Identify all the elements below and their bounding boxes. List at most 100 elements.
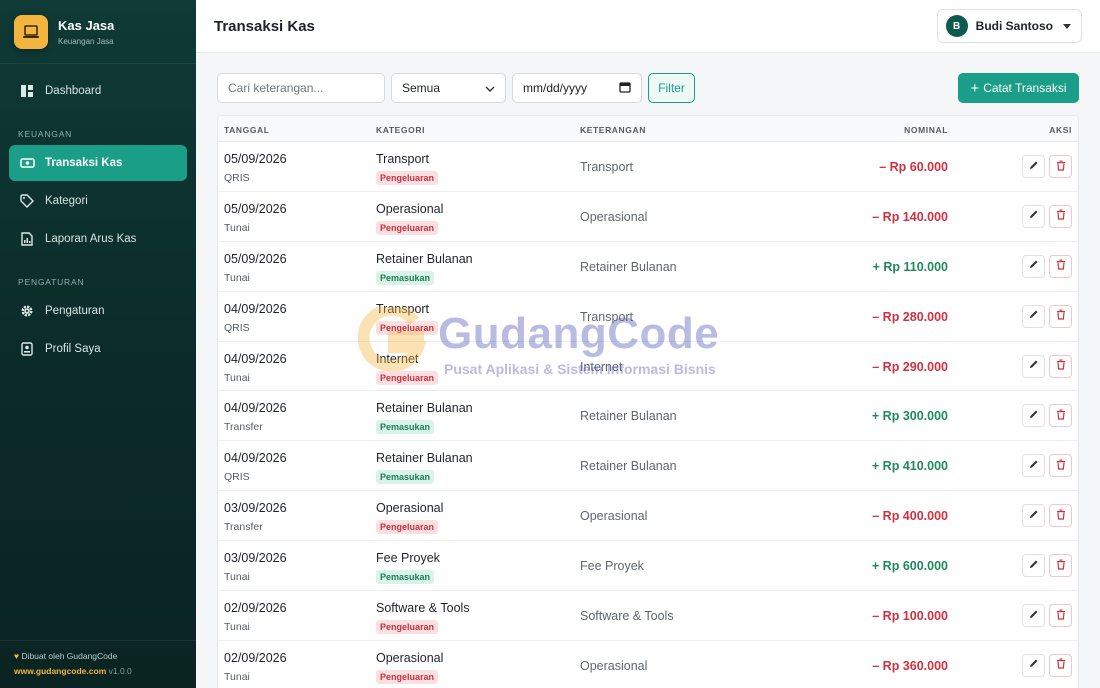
edit-button[interactable] bbox=[1022, 404, 1045, 428]
transaction-date: 04/09/2026 bbox=[224, 401, 287, 416]
transaction-date: 04/09/2026 bbox=[224, 301, 287, 316]
date-cell: 02/09/2026 Tunai bbox=[224, 601, 287, 633]
calendar-icon[interactable] bbox=[619, 81, 631, 96]
amount-cell: + Rp 110.000 bbox=[872, 259, 948, 274]
col-header-date: TANGGAL bbox=[224, 125, 270, 135]
pencil-icon bbox=[1028, 158, 1039, 176]
description-cell: Transport bbox=[580, 309, 634, 324]
type-badge: Pengeluaran bbox=[376, 370, 439, 385]
user-menu-button[interactable]: B Budi Santoso bbox=[936, 9, 1082, 43]
sidebar-item-label: Profil Saya bbox=[45, 343, 101, 355]
delete-button[interactable] bbox=[1049, 155, 1072, 178]
type-badge: Pengeluaran bbox=[376, 320, 439, 335]
edit-button[interactable] bbox=[1022, 454, 1045, 478]
transaction-date: 03/09/2026 bbox=[224, 551, 287, 566]
col-header-category: KATEGORI bbox=[376, 125, 426, 135]
edit-button[interactable] bbox=[1022, 254, 1045, 278]
edit-button[interactable] bbox=[1022, 604, 1045, 628]
table-row: 03/09/2026 Tunai Fee Proyek Pemasukan Fe… bbox=[218, 541, 1078, 592]
delete-button[interactable] bbox=[1049, 354, 1072, 378]
sidebar-item-profil-saya[interactable]: Profil Saya bbox=[9, 331, 187, 367]
delete-button[interactable] bbox=[1049, 653, 1072, 677]
sidebar-item-dashboard[interactable]: Dashboard bbox=[9, 73, 187, 109]
delete-button[interactable] bbox=[1049, 454, 1072, 478]
delete-button[interactable] bbox=[1049, 554, 1072, 578]
delete-button[interactable] bbox=[1049, 504, 1072, 528]
type-select[interactable]: Semua bbox=[391, 73, 506, 103]
edit-button[interactable] bbox=[1022, 354, 1045, 378]
type-badge: Pengeluaran bbox=[376, 520, 439, 535]
sidebar-footer: ♥ Dibuat oleh GudangCode www.gudangcode.… bbox=[0, 640, 196, 688]
delete-button[interactable] bbox=[1049, 604, 1072, 628]
delete-button[interactable] bbox=[1049, 404, 1072, 428]
trash-icon bbox=[1056, 457, 1066, 475]
pencil-icon bbox=[1028, 507, 1039, 525]
sidebar-item-kategori[interactable]: Kategori bbox=[9, 183, 187, 219]
category-name: Operasional bbox=[376, 201, 444, 216]
edit-button[interactable] bbox=[1022, 653, 1045, 677]
category-name: Transport bbox=[376, 152, 430, 166]
transactions-table: TANGGAL KATEGORI KETERANGAN NOMINAL AKSI… bbox=[217, 115, 1079, 688]
table-row: 04/09/2026 QRIS Retainer Bulanan Pemasuk… bbox=[218, 441, 1078, 492]
edit-button[interactable] bbox=[1022, 554, 1045, 578]
delete-button[interactable] bbox=[1049, 204, 1072, 228]
description-cell: Retainer Bulanan bbox=[580, 459, 677, 474]
type-badge: Pengeluaran bbox=[376, 171, 439, 185]
add-transaction-button[interactable]: + Catat Transaksi bbox=[958, 73, 1079, 103]
payment-method: Tunai bbox=[224, 571, 250, 584]
transaction-date: 03/09/2026 bbox=[224, 501, 287, 516]
footer-credit: Dibuat oleh GudangCode bbox=[21, 651, 118, 661]
col-header-amount: NOMINAL bbox=[904, 125, 948, 135]
sidebar-item-label: Pengaturan bbox=[45, 305, 105, 317]
date-input[interactable]: mm/dd/yyyy bbox=[512, 73, 642, 103]
description-cell: Internet bbox=[580, 359, 623, 374]
category-cell: Transport Pengeluaran bbox=[376, 152, 439, 186]
pencil-icon bbox=[1028, 457, 1039, 475]
edit-button[interactable] bbox=[1022, 504, 1045, 528]
plus-icon: + bbox=[970, 79, 980, 97]
edit-button[interactable] bbox=[1022, 304, 1045, 328]
delete-button[interactable] bbox=[1049, 304, 1072, 328]
tag-icon bbox=[19, 193, 35, 209]
footer-link[interactable]: www.gudangcode.com bbox=[14, 666, 106, 676]
sidebar-item-label: Laporan Arus Kas bbox=[45, 233, 137, 245]
payment-method: Transfer bbox=[224, 521, 263, 534]
trash-icon bbox=[1056, 257, 1066, 275]
filter-button[interactable]: Filter bbox=[648, 73, 695, 103]
description-cell: Software & Tools bbox=[580, 609, 674, 624]
table-row: 03/09/2026 Transfer Operasional Pengelua… bbox=[218, 491, 1078, 542]
description-cell: Retainer Bulanan bbox=[580, 409, 677, 424]
amount-cell: – Rp 140.000 bbox=[872, 209, 948, 224]
table-header: TANGGAL KATEGORI KETERANGAN NOMINAL AKSI bbox=[218, 116, 1078, 142]
edit-button[interactable] bbox=[1022, 204, 1045, 228]
sidebar-item-laporan-arus-kas[interactable]: Laporan Arus Kas bbox=[9, 221, 187, 257]
trash-icon bbox=[1056, 207, 1066, 225]
sidebar: Kas Jasa Keuangan Jasa Dashboard KEUANGA… bbox=[0, 0, 196, 688]
amount-cell: – Rp 280.000 bbox=[872, 309, 948, 324]
trash-icon bbox=[1056, 607, 1066, 625]
trash-icon bbox=[1056, 357, 1066, 375]
brand-subtitle: Keuangan Jasa bbox=[58, 36, 114, 46]
edit-button[interactable] bbox=[1022, 155, 1045, 178]
sidebar-item-pengaturan[interactable]: Pengaturan bbox=[9, 293, 187, 329]
pencil-icon bbox=[1028, 607, 1039, 625]
description-cell: Operasional bbox=[580, 658, 648, 673]
table-body: 05/09/2026 QRIS Transport Pengeluaran Tr… bbox=[218, 142, 1078, 688]
table-row: 02/09/2026 Tunai Software & Tools Pengel… bbox=[218, 591, 1078, 641]
transaction-date: 04/09/2026 bbox=[224, 451, 287, 466]
sidebar-item-transaksi-kas[interactable]: Transaksi Kas bbox=[9, 145, 187, 181]
category-cell: Operasional Pengeluaran bbox=[376, 501, 443, 535]
category-cell: Operasional Pengeluaran bbox=[376, 202, 443, 236]
delete-button[interactable] bbox=[1049, 254, 1072, 278]
table-row: 04/09/2026 QRIS Transport Pengeluaran Tr… bbox=[218, 292, 1078, 342]
brand: Kas Jasa Keuangan Jasa bbox=[0, 0, 196, 64]
transaction-date: 02/09/2026 bbox=[224, 601, 287, 616]
category-cell: Fee Proyek Pemasukan bbox=[376, 551, 440, 585]
payment-method: Tunai bbox=[224, 221, 250, 234]
amount-cell: + Rp 410.000 bbox=[871, 459, 948, 474]
chevron-down-icon bbox=[485, 81, 495, 95]
footer-version: v1.0.0 bbox=[108, 666, 132, 676]
type-badge: Pemasukan bbox=[376, 570, 435, 585]
search-input[interactable] bbox=[217, 73, 385, 103]
page-title: Transaksi Kas bbox=[214, 17, 315, 35]
